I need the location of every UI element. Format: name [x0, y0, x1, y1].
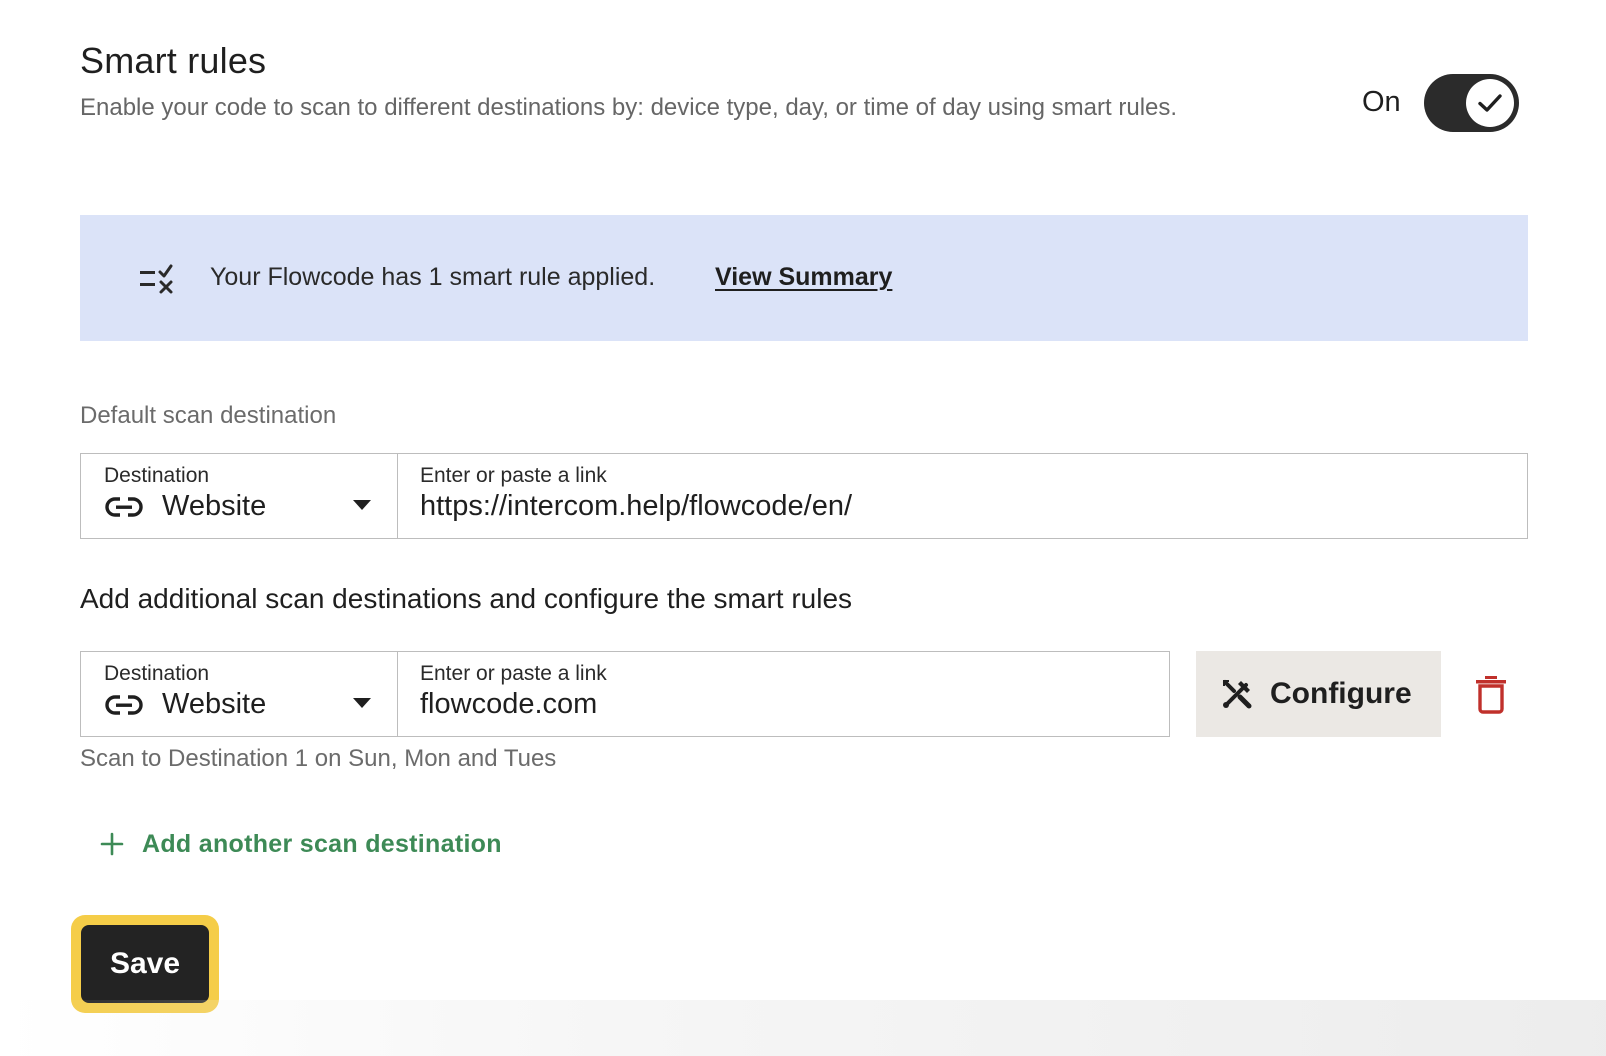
- default-destination-row: Destination Website Enter or paste a lin…: [80, 453, 1528, 539]
- destination-select-caption: Destination: [104, 662, 210, 685]
- link-field-caption: Enter or paste a link: [420, 662, 607, 685]
- chevron-down-icon: [353, 500, 371, 510]
- link-field-caption: Enter or paste a link: [420, 464, 607, 487]
- trash-icon: [1476, 676, 1506, 714]
- delete-destination-button[interactable]: [1473, 674, 1509, 714]
- default-destination-label: Default scan destination: [80, 402, 337, 429]
- add-scan-destination-label: Add another scan destination: [142, 829, 502, 858]
- destination-select-caption: Destination: [104, 464, 210, 487]
- configure-label: Configure: [1270, 677, 1412, 710]
- toggle-state-label: On: [1362, 86, 1401, 118]
- smart-rule-banner: Your Flowcode has 1 smart rule applied. …: [80, 215, 1528, 341]
- smart-rules-toggle[interactable]: [1424, 74, 1519, 132]
- destination-type-select[interactable]: Destination Website: [80, 651, 398, 737]
- checkmark-icon: [1478, 94, 1502, 112]
- bottom-shadow: [0, 1000, 1606, 1056]
- page-title: Smart rules: [80, 40, 267, 81]
- chevron-down-icon: [353, 698, 371, 708]
- destination-select-value: Website: [162, 490, 267, 522]
- configure-button[interactable]: Configure: [1196, 651, 1441, 737]
- smart-rules-description: Enable your code to scan to different de…: [80, 94, 1178, 121]
- tools-icon: [1223, 680, 1252, 709]
- plus-icon: [100, 832, 124, 856]
- default-link-field: Enter or paste a link: [397, 453, 1528, 539]
- additional-link-field: Enter or paste a link: [397, 651, 1170, 737]
- toggle-knob: [1466, 79, 1514, 127]
- link-icon: [105, 695, 143, 715]
- destination-select-value: Website: [162, 688, 267, 720]
- banner-message: Your Flowcode has 1 smart rule applied.: [210, 263, 656, 291]
- additional-destination-row: Destination Website Enter or paste a lin…: [80, 651, 1170, 737]
- destination-type-select[interactable]: Destination Website: [80, 453, 398, 539]
- default-link-input[interactable]: [420, 490, 1437, 523]
- rule-summary-text: Scan to Destination 1 on Sun, Mon and Tu…: [80, 745, 557, 772]
- additional-link-input[interactable]: [420, 688, 1114, 721]
- additional-destinations-heading: Add additional scan destinations and con…: [80, 583, 853, 614]
- add-scan-destination-button[interactable]: Add another scan destination: [100, 826, 502, 862]
- rules-check-icon: [140, 264, 173, 294]
- save-button[interactable]: Save: [81, 925, 209, 1003]
- link-icon: [105, 497, 143, 517]
- smart-rules-panel: Smart rules Enable your code to scan to …: [0, 0, 1606, 1056]
- view-summary-link[interactable]: View Summary: [715, 263, 892, 292]
